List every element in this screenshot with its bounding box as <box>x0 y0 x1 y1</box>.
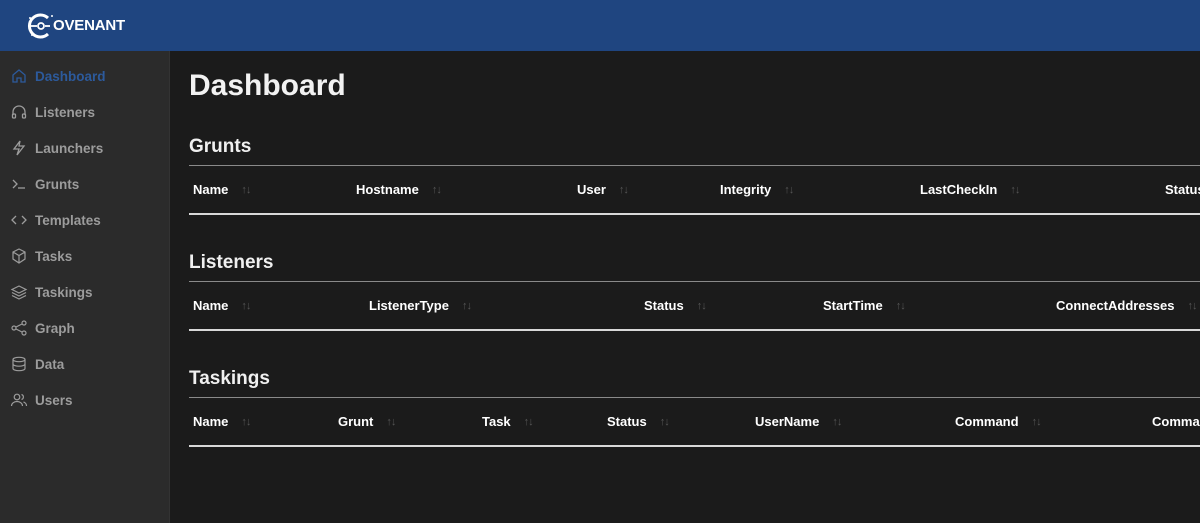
column-header-user[interactable]: User ↑↓ <box>577 166 629 213</box>
column-label: Command <box>1152 414 1200 429</box>
column-header-integrity[interactable]: Integrity ↑↓ <box>720 166 794 213</box>
sidebar-item-users[interactable]: Users <box>0 385 169 415</box>
sidebar-item-label: Listeners <box>35 104 96 120</box>
sidebar-item-listeners[interactable]: Listeners <box>0 97 169 127</box>
sidebar-item-label: Users <box>35 392 73 408</box>
covenant-emblem-icon <box>28 13 53 38</box>
sort-icon: ↑↓ <box>241 415 251 428</box>
terminal-icon <box>10 175 28 193</box>
sidebar-item-label: Grunts <box>35 176 80 192</box>
column-label: Name <box>193 298 229 313</box>
sort-icon: ↑↓ <box>1010 183 1020 196</box>
sidebar: Dashboard Listeners Launchers Grunts Tem… <box>0 51 170 523</box>
layers-icon <box>10 283 28 301</box>
sidebar-item-label: Launchers <box>35 140 104 156</box>
column-header-name[interactable]: Name ↑↓ <box>193 166 251 213</box>
sidebar-item-label: Tasks <box>35 248 73 264</box>
sidebar-item-templates[interactable]: Templates <box>0 205 169 235</box>
column-header-name[interactable]: Name ↑↓ <box>193 398 251 445</box>
sidebar-item-label: Graph <box>35 320 75 336</box>
page-title: Dashboard <box>189 69 346 102</box>
sort-icon: ↑↓ <box>659 415 670 428</box>
sidebar-item-grunts[interactable]: Grunts <box>0 169 169 199</box>
sidebar-item-label: Dashboard <box>35 68 106 84</box>
column-label: LastCheckIn <box>920 182 998 197</box>
column-label: Status <box>607 414 647 429</box>
sort-icon: ↑↓ <box>241 183 251 196</box>
sort-icon: ↑↓ <box>696 299 707 312</box>
grunts-table-header: Name ↑↓ Hostname ↑↓ User ↑↓ Integrity ↑↓ Las… <box>189 165 1200 215</box>
column-header-listenertype[interactable]: ListenerType ↑↓ <box>369 282 472 329</box>
column-label: Integrity <box>720 182 772 197</box>
database-icon <box>10 355 28 373</box>
column-header-status[interactable]: Status <box>1165 166 1200 213</box>
listeners-table-header: Name ↑↓ ListenerType ↑↓ Status ↑↓ StartTime… <box>189 281 1200 331</box>
covenant-logo[interactable]: OVENANT <box>26 11 125 41</box>
column-header-username[interactable]: UserName ↑↓ <box>755 398 842 445</box>
sort-icon: ↑↓ <box>1187 299 1197 312</box>
column-header-command[interactable]: Command ↑↓ <box>955 398 1042 445</box>
column-label: Status <box>644 298 684 313</box>
section-title-grunts: Grunts <box>189 136 252 157</box>
share-icon <box>10 319 28 337</box>
logo-text: OVENANT <box>53 17 125 34</box>
column-label: Command <box>955 414 1019 429</box>
sidebar-item-data[interactable]: Data <box>0 349 169 379</box>
sidebar-item-label: Data <box>35 356 65 372</box>
column-label: Grunt <box>338 414 374 429</box>
column-header-starttime[interactable]: StartTime ↑↓ <box>823 282 906 329</box>
column-header-status[interactable]: Status ↑↓ <box>607 398 670 445</box>
column-label: Task <box>482 414 511 429</box>
main-content: Dashboard Grunts Name ↑↓ Hostname ↑↓ User ↑… <box>170 51 1200 523</box>
column-header-lastcheckin[interactable]: LastCheckIn ↑↓ <box>920 166 1020 213</box>
column-label: Name <box>193 182 229 197</box>
column-label: Hostname <box>356 182 419 197</box>
column-header-task[interactable]: Task ↑↓ <box>482 398 534 445</box>
sort-icon: ↑↓ <box>241 299 251 312</box>
column-label: StartTime <box>823 298 883 313</box>
sort-icon: ↑↓ <box>618 183 629 196</box>
sidebar-item-label: Templates <box>35 212 101 228</box>
headphones-icon <box>10 103 28 121</box>
taskings-table-header: Name ↑↓ Grunt ↑↓ Task ↑↓ Status ↑↓ UserName ↑… <box>189 397 1200 447</box>
sidebar-item-taskings[interactable]: Taskings <box>0 277 169 307</box>
sidebar-item-launchers[interactable]: Launchers <box>0 133 169 163</box>
cube-icon <box>10 247 28 265</box>
column-label: Status <box>1165 182 1200 197</box>
sidebar-item-tasks[interactable]: Tasks <box>0 241 169 271</box>
sidebar-item-graph[interactable]: Graph <box>0 313 169 343</box>
home-icon <box>10 67 28 85</box>
column-label: ListenerType <box>369 298 449 313</box>
column-label: UserName <box>755 414 820 429</box>
sort-icon: ↑↓ <box>523 415 534 428</box>
sort-icon: ↑↓ <box>1031 415 1042 428</box>
code-icon <box>10 211 28 229</box>
sort-icon: ↑↓ <box>386 415 396 428</box>
column-header-grunt[interactable]: Grunt ↑↓ <box>338 398 396 445</box>
sort-icon: ↑↓ <box>784 183 794 196</box>
section-title-taskings: Taskings <box>189 368 270 389</box>
column-header-hostname[interactable]: Hostname ↑↓ <box>356 166 442 213</box>
column-label: Name <box>193 414 229 429</box>
column-label: ConnectAddresses <box>1056 298 1175 313</box>
column-header-command-output[interactable]: Command <box>1152 398 1200 445</box>
column-label: User <box>577 182 606 197</box>
column-header-status[interactable]: Status ↑↓ <box>644 282 707 329</box>
users-icon <box>10 391 28 409</box>
lightning-icon <box>10 139 28 157</box>
sort-icon: ↑↓ <box>895 299 906 312</box>
column-header-name[interactable]: Name ↑↓ <box>193 282 251 329</box>
column-header-connectaddresses[interactable]: ConnectAddresses ↑↓ <box>1056 282 1197 329</box>
sort-icon: ↑↓ <box>832 415 842 428</box>
sort-icon: ↑↓ <box>431 183 442 196</box>
sidebar-item-dashboard[interactable]: Dashboard <box>0 61 169 91</box>
sidebar-item-label: Taskings <box>35 284 93 300</box>
section-title-listeners: Listeners <box>189 252 274 273</box>
sort-icon: ↑↓ <box>461 299 472 312</box>
top-navbar: OVENANT <box>0 0 1200 51</box>
